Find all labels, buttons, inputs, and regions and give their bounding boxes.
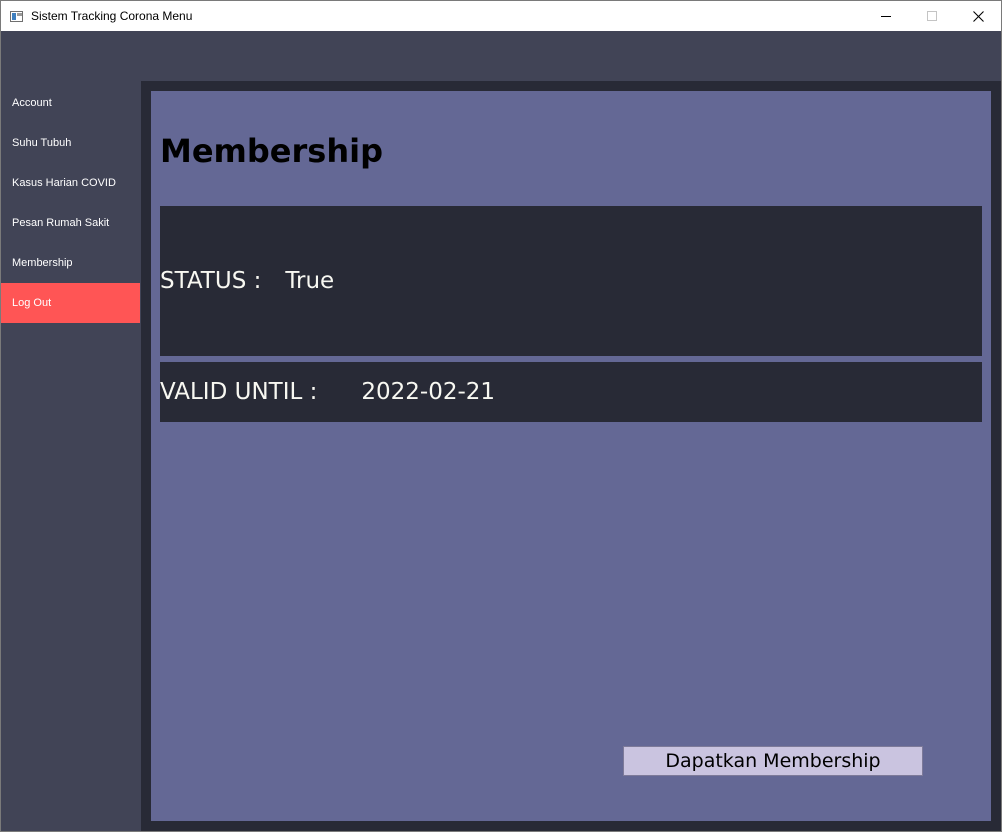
sidebar-item-account[interactable]: Account — [1, 83, 140, 123]
sidebar-item-pesan-rumah-sakit[interactable]: Pesan Rumah Sakit — [1, 203, 140, 243]
page-title: Membership — [160, 132, 383, 170]
app-window: Sistem Tracking Corona Menu Account Suhu… — [0, 0, 1002, 832]
status-value: True — [285, 268, 335, 294]
close-icon — [972, 10, 984, 22]
title-bar[interactable]: Sistem Tracking Corona Menu — [1, 1, 1001, 31]
sidebar-item-label: Suhu Tubuh — [12, 137, 72, 149]
top-band — [1, 31, 1001, 81]
main-panel: Membership STATUS : True VALID UNTIL : 2… — [151, 91, 991, 821]
sidebar-item-label: Log Out — [12, 297, 52, 309]
close-button[interactable] — [955, 1, 1001, 31]
status-box: STATUS : True — [160, 206, 982, 356]
app-icon — [10, 10, 23, 22]
sidebar-item-label: Kasus Harian COVID — [12, 177, 116, 189]
valid-until-label: VALID UNTIL : — [160, 379, 318, 405]
minimize-icon — [881, 16, 891, 17]
minimize-button[interactable] — [863, 1, 909, 31]
sidebar-item-suhu-tubuh[interactable]: Suhu Tubuh — [1, 123, 140, 163]
sidebar-item-label: Pesan Rumah Sakit — [12, 217, 110, 229]
sidebar-item-label: Account — [12, 97, 52, 109]
sidebar-item-membership[interactable]: Membership — [1, 243, 140, 283]
sidebar: Account Suhu Tubuh Kasus Harian COVID Pe… — [1, 81, 141, 831]
window-controls — [863, 1, 1001, 31]
maximize-icon — [927, 11, 937, 21]
sidebar-item-log-out[interactable]: Log Out — [1, 283, 140, 323]
valid-until-value: 2022-02-21 — [361, 379, 496, 405]
valid-until-box: VALID UNTIL : 2022-02-21 — [160, 362, 982, 422]
sidebar-item-kasus-harian-covid[interactable]: Kasus Harian COVID — [1, 163, 140, 203]
window-title: Sistem Tracking Corona Menu — [31, 9, 193, 23]
status-label: STATUS : — [160, 268, 262, 294]
get-membership-button[interactable]: Dapatkan Membership — [623, 746, 923, 776]
main-frame: Membership STATUS : True VALID UNTIL : 2… — [141, 81, 1001, 831]
sidebar-item-label: Membership — [12, 257, 73, 269]
maximize-button[interactable] — [909, 1, 955, 31]
